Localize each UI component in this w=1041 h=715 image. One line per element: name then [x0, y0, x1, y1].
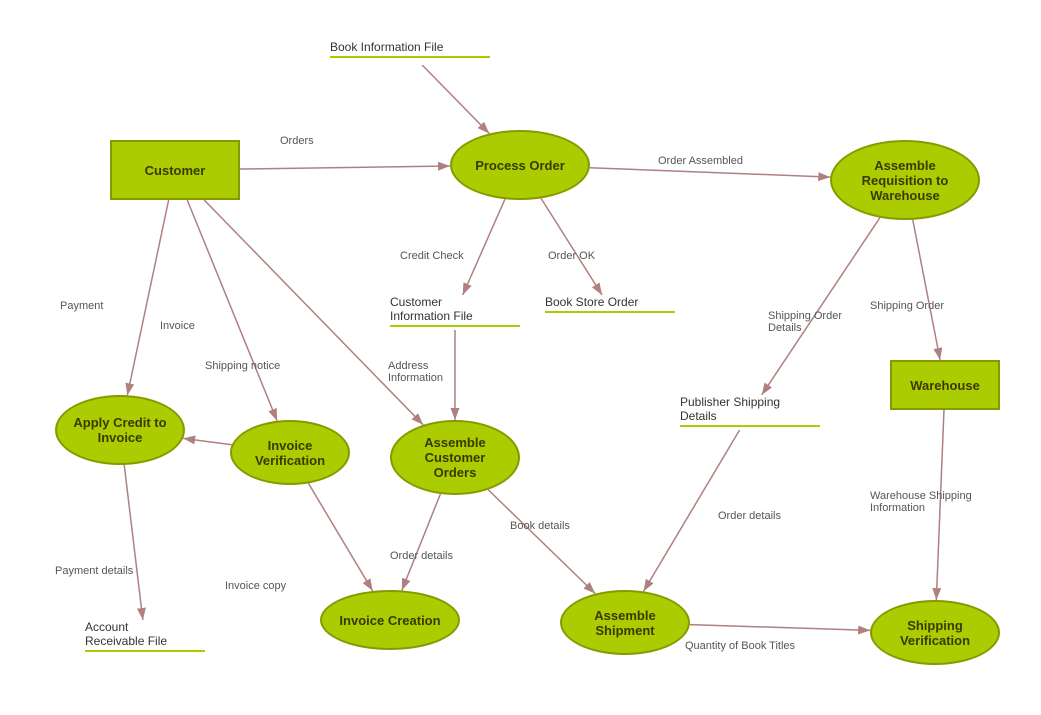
edge-label: Payment details	[55, 565, 133, 577]
node-assemble_shipment[interactable]: AssembleShipment	[560, 590, 690, 655]
edge-label: Order OK	[548, 250, 595, 262]
edge-label: Invoice	[160, 320, 195, 332]
edge-label: Order Assembled	[658, 155, 743, 167]
edge-label: Invoice copy	[225, 580, 286, 592]
edge-label: Shipping OrderDetails	[768, 310, 842, 334]
edge-label: Orders	[280, 135, 314, 147]
node-assemble_orders[interactable]: AssembleCustomerOrders	[390, 420, 520, 495]
edge-label: Credit Check	[400, 250, 464, 262]
edge-label: Warehouse ShippingInformation	[870, 490, 972, 514]
connections-svg	[0, 0, 1041, 715]
node-book_store_order[interactable]: Book Store Order	[545, 295, 675, 320]
edge-label: Book details	[510, 520, 570, 532]
edge-label: Order details	[390, 550, 453, 562]
edge-label: Shipping Order	[870, 300, 944, 312]
node-invoice_creation[interactable]: Invoice Creation	[320, 590, 460, 650]
edge-label: Order details	[718, 510, 781, 522]
node-publisher_shipping[interactable]: Publisher ShippingDetails	[680, 395, 820, 430]
diagram-canvas: Customer Process Order AssembleRequisition…	[0, 0, 1041, 715]
node-shipping_verify[interactable]: ShippingVerification	[870, 600, 1000, 665]
edge-label: Shipping notice	[205, 360, 280, 372]
node-invoice_verify[interactable]: InvoiceVerification	[230, 420, 350, 485]
edge-label: Payment	[60, 300, 103, 312]
node-process_order[interactable]: Process Order	[450, 130, 590, 200]
node-book_info_file[interactable]: Book Information File	[330, 40, 490, 65]
node-customer_info_file[interactable]: CustomerInformation File	[390, 295, 520, 330]
node-account_recv[interactable]: AccountReceivable File	[85, 620, 205, 655]
edge-label: AddressInformation	[388, 360, 443, 384]
node-warehouse[interactable]: Warehouse	[890, 360, 1000, 410]
node-apply_credit[interactable]: Apply Credit toInvoice	[55, 395, 185, 465]
node-assemble_req[interactable]: AssembleRequisition toWarehouse	[830, 140, 980, 220]
node-customer[interactable]: Customer	[110, 140, 240, 200]
edge-label: Quantity of Book Titles	[685, 640, 795, 652]
